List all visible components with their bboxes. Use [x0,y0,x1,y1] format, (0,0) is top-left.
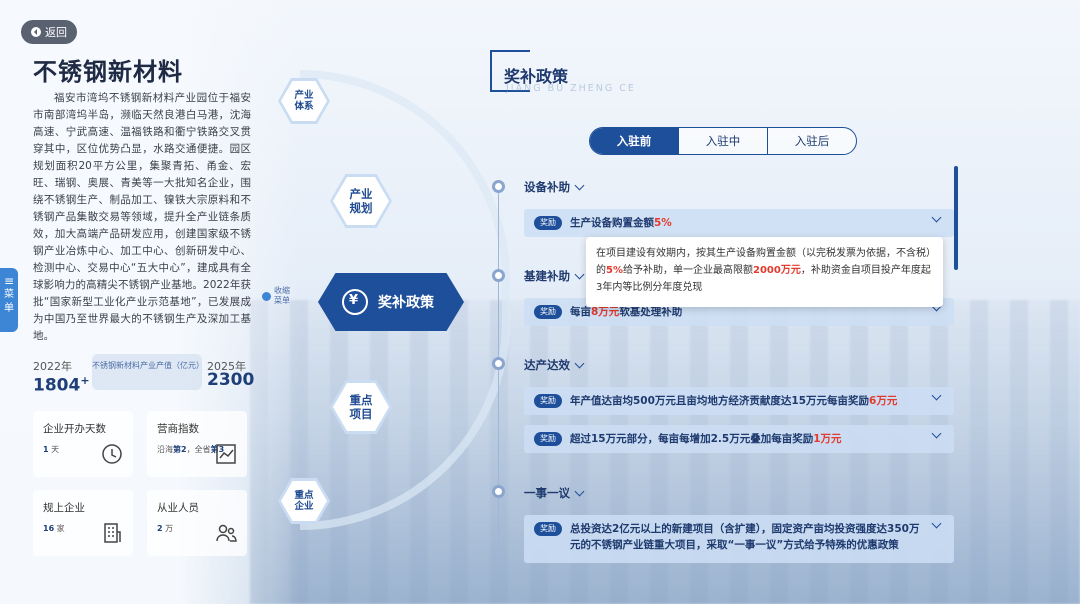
nav-label: 产业规划 [333,177,389,225]
timeline-line [498,180,499,562]
side-menu-tab[interactable]: ≡ 菜单 [0,268,18,332]
intro-text: 福安市湾坞不锈钢新材料产业园位于福安市南部湾坞半岛，濒临天然良港白马港，沈海高速… [33,92,251,342]
stat-year-2022: 2022年 [33,360,72,373]
nav-reward-policy-active[interactable]: 奖补政策 [318,273,464,331]
card-title: 企业开办天数 [43,423,106,435]
timeline-dot [492,485,505,498]
stat-value-2022: 1804+ [33,374,90,396]
chevron-down-icon [574,486,585,496]
card-title: 营商指数 [157,423,199,435]
people-icon [216,524,237,542]
page-title: 不锈钢新材料 [33,57,183,86]
card-title: 规上企业 [43,502,85,514]
reward-badge: 奖励 [534,394,562,408]
group-equipment-subsidy[interactable]: 设备补助 [524,179,585,195]
timeline-dot [492,180,505,193]
building-icon [104,523,121,543]
back-label: 返回 [45,26,67,39]
card-startup-days: 企业开办天数 1 天 [33,411,133,477]
section-subtitle: JIANG BU ZHENG CE [506,83,636,94]
chevron-down-icon [931,390,942,401]
timeline-dot [492,269,505,282]
item-text: 超过15万元部分，每亩每增加2.5万元叠加每亩奖励1万元 [570,433,842,445]
back-arrow-icon [31,27,41,37]
reward-badge: 奖励 [534,305,562,319]
card-employees: 从业人员 2 万 [147,490,247,556]
list-item[interactable]: 奖励 总投资达2亿元以上的新建项目（含扩建），固定资产亩均投资强度达350万元的… [524,515,954,563]
chevron-down-icon [931,518,942,529]
back-button[interactable]: 返回 [21,20,77,44]
list-item[interactable]: 奖励 年产值达亩均500万元且亩均地方经济贡献度达15万元每亩奖励6万元 [524,387,954,415]
list-item[interactable]: 奖励 超过15万元部分，每亩每增加2.5万元叠加每亩奖励1万元 [524,425,954,453]
reward-badge: 奖励 [534,432,562,446]
chevron-down-icon [931,212,942,223]
nav-label: 产业体系 [281,81,327,121]
stat-middle-label: 不锈钢新材料产业产值（亿元） [92,354,204,390]
tab-after[interactable]: 入驻后 [768,128,856,154]
group-production-target[interactable]: 达产达效 [524,357,585,373]
collapse-icon [262,291,271,301]
item-text: 年产值达亩均500万元且亩均地方经济贡献度达15万元每亩奖励6万元 [570,395,898,407]
collapse-menu-button[interactable]: 收缩菜单 [262,286,294,306]
timeline-dot [492,357,505,370]
tooltip-popup: 在项目建设有效期内，按其生产设备购置金额（以完税发票为依据，不含税）的5%给予补… [586,237,943,307]
item-text: 总投资达2亿元以上的新建项目（含扩建），固定资产亩均投资强度达350万元的不锈钢… [570,523,920,551]
chevron-down-icon [574,358,585,368]
card-business-index: 营商指数 沿海第2，全省第3 [147,411,247,477]
chevron-down-icon [574,269,585,279]
group-case-by-case[interactable]: 一事一议 [524,485,585,501]
side-menu-label: 菜单 [4,289,14,314]
tab-during[interactable]: 入驻中 [679,128,768,154]
group-construction-subsidy[interactable]: 基建补助 [524,268,585,284]
money-icon [342,289,368,315]
chevron-down-icon [931,428,942,439]
clock-icon [102,444,122,464]
reward-badge: 奖励 [534,522,562,536]
chart-icon [216,444,236,464]
item-text: 生产设备购置金额5% [570,217,672,229]
list-item[interactable]: 奖励 生产设备购置金额5% [524,209,954,237]
phase-tabs: 入驻前 入驻中 入驻后 [589,127,857,155]
nav-label: 奖补政策 [378,295,434,311]
scrollbar[interactable] [954,166,958,270]
card-title: 从业人员 [157,502,199,514]
nav-label: 重点项目 [333,383,389,431]
nav-label: 重点企业 [281,481,327,521]
collapse-label: 收缩菜单 [274,286,290,305]
card-enterprises: 规上企业 16 家 [33,490,133,556]
stat-value-2025: 2300 [207,370,255,390]
chevron-down-icon [574,180,585,190]
tab-before[interactable]: 入驻前 [590,128,679,154]
reward-badge: 奖励 [534,216,562,230]
